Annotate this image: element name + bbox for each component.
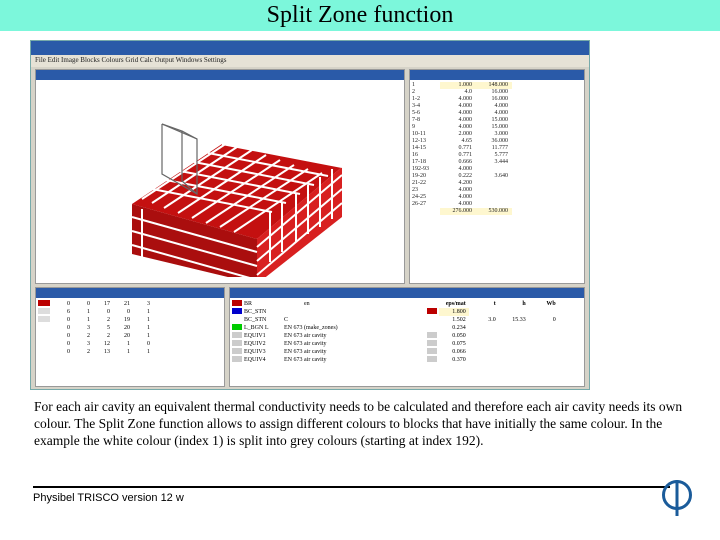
color-swatch-icon [38, 316, 50, 322]
color-swatch-icon [427, 308, 437, 314]
table-row[interactable]: 14-150.77111.777 [412, 145, 582, 152]
table-row[interactable]: EQUIV3EN 673air cavity [232, 348, 423, 356]
color-swatch-icon [232, 340, 242, 346]
table-row[interactable]: 24.016.000 [412, 89, 582, 96]
table-row[interactable]: EQUIV1EN 673air cavity [232, 332, 423, 340]
color-swatch-icon [232, 308, 242, 314]
table-row[interactable]: 1-24.00016.000 [412, 96, 582, 103]
3d-view-pane [35, 69, 405, 284]
blocks-panel[interactable]: 0017213610010121910352010222010312100213… [35, 287, 225, 387]
table-row[interactable]: 022201 [38, 332, 222, 340]
table-row[interactable]: 17-180.6663.444 [412, 159, 582, 166]
table-row[interactable]: L_BGN LEN 673(make_zones) [232, 324, 423, 332]
table-row[interactable]: 26-274.000 [412, 201, 582, 208]
table-row[interactable]: 012191 [38, 316, 222, 324]
table-row[interactable]: 1.800 [427, 308, 582, 316]
color-swatch-icon [427, 356, 437, 362]
color-swatch-icon [38, 332, 50, 338]
table-row[interactable]: 7-84.00015.000 [412, 117, 582, 124]
table-row[interactable]: 031210 [38, 340, 222, 348]
table-row[interactable]: 24-254.000 [412, 194, 582, 201]
table-row[interactable]: 1.5023.015.330 [427, 316, 582, 324]
color-swatch-icon [427, 340, 437, 346]
color-swatch-icon [38, 308, 50, 314]
colours-panel[interactable]: BRenBC_STNBC_STNCL_BGN LEN 673(make_zone… [229, 287, 585, 387]
table-row[interactable]: BC_STNC [232, 316, 423, 324]
table-row[interactable]: EQUIV4EN 673air cavity [232, 356, 423, 364]
pane-titlebar [230, 288, 584, 298]
table-row[interactable]: 0.050 [427, 332, 582, 340]
table-row[interactable]: BRen [232, 300, 423, 308]
footer-text: Physibel TRISCO version 12 w [33, 492, 184, 504]
table-row[interactable]: 94.00015.000 [412, 124, 582, 131]
table-row[interactable]: BC_STN [232, 308, 423, 316]
window-titlebar [31, 41, 589, 55]
slide-title: Split Zone function [0, 0, 720, 31]
table-row[interactable]: 035201 [38, 324, 222, 332]
table-row[interactable]: 021311 [38, 348, 222, 356]
brick-model-icon [122, 109, 352, 277]
3d-canvas[interactable] [42, 84, 398, 277]
color-swatch-icon [232, 332, 242, 338]
grid-table-pane[interactable]: 11.000148.00024.016.0001-24.00016.0003-4… [409, 69, 585, 284]
menubar[interactable]: File Edit Image Blocks Colours Grid Calc… [31, 55, 589, 67]
pane-titlebar [410, 70, 584, 80]
divider [33, 486, 670, 488]
screenshot-window: File Edit Image Blocks Colours Grid Calc… [30, 40, 590, 390]
color-swatch-icon [38, 340, 50, 346]
table-row[interactable]: 0017213 [38, 300, 222, 308]
color-swatch-icon [232, 316, 242, 322]
color-swatch-icon [427, 348, 437, 354]
color-swatch-icon [427, 332, 437, 338]
table-row[interactable]: 0.075 [427, 340, 582, 348]
table-row[interactable]: 234.000 [412, 187, 582, 194]
table-row[interactable]: 0.370 [427, 356, 582, 364]
description-text: For each air cavity an equivalent therma… [34, 398, 696, 449]
table-row[interactable]: 11.000148.000 [412, 82, 582, 89]
pane-titlebar [36, 70, 404, 80]
table-row[interactable]: 160.7715.777 [412, 152, 582, 159]
color-swatch-icon [427, 316, 437, 322]
physibel-logo-icon [662, 480, 696, 514]
table-row[interactable]: 0.066 [427, 348, 582, 356]
table-row[interactable]: 12-134.6536.000 [412, 138, 582, 145]
color-swatch-icon [232, 356, 242, 362]
table-row[interactable]: 276.000530.000 [412, 208, 582, 215]
table-row[interactable]: 61001 [38, 308, 222, 316]
color-swatch-icon [38, 324, 50, 330]
table-row[interactable]: 3-44.0004.000 [412, 103, 582, 110]
color-swatch-icon [38, 300, 50, 306]
table-row[interactable]: 5-64.0004.000 [412, 110, 582, 117]
table-row[interactable]: 21-224.200 [412, 180, 582, 187]
table-row[interactable]: 10-112.0003.000 [412, 131, 582, 138]
color-swatch-icon [232, 300, 242, 306]
table-header: eps/matthWb [427, 300, 582, 308]
color-swatch-icon [232, 324, 242, 330]
table-row[interactable]: EQUIV2EN 673air cavity [232, 340, 423, 348]
color-swatch-icon [427, 324, 437, 330]
table-row[interactable]: 0.234 [427, 324, 582, 332]
pane-titlebar [36, 288, 224, 298]
color-swatch-icon [232, 348, 242, 354]
table-row[interactable]: 19-200.2223.640 [412, 173, 582, 180]
table-row[interactable]: 192-934.000 [412, 166, 582, 173]
color-swatch-icon [38, 348, 50, 354]
